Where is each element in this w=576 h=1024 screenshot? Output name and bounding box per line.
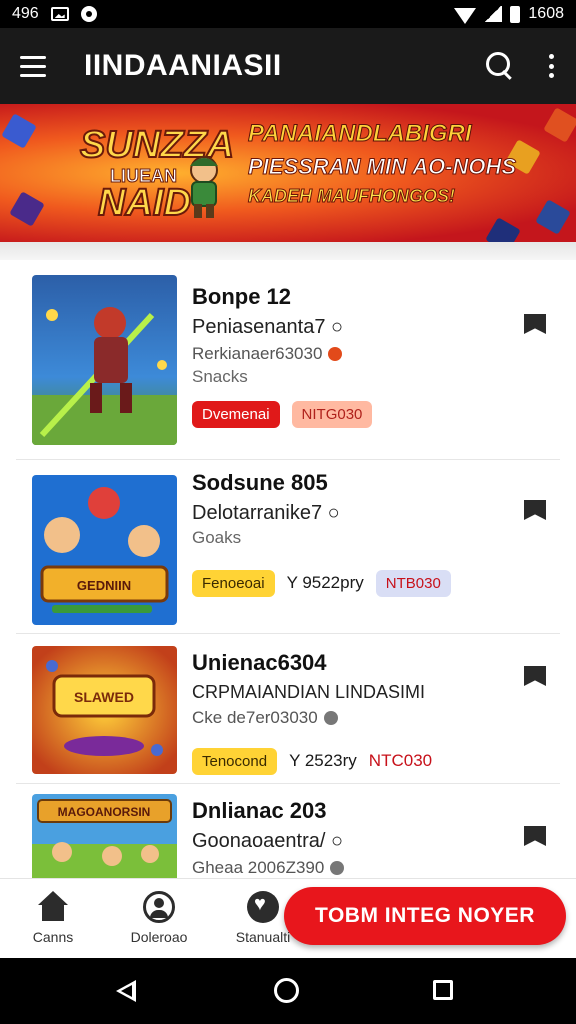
bookmark-icon[interactable] — [524, 314, 546, 334]
app-bar: IINDAANIASII — [0, 28, 576, 104]
info-icon: ○ — [331, 830, 344, 852]
promo-banner[interactable]: SUNZZA LIUEAN NAID PANAIANDLABIGRI PIESS… — [0, 104, 576, 242]
bookmark-icon[interactable] — [524, 666, 546, 686]
svg-text:SLAWED: SLAWED — [74, 689, 134, 705]
game-thumbnail: MAGOANORSIN — [32, 794, 177, 884]
bottom-navigation: Canns Doleroao Stanualti TOBM INTEG NOYE… — [0, 878, 576, 958]
home-circle-icon[interactable] — [274, 978, 299, 1003]
tag-badge: NTC030 — [368, 751, 433, 770]
game-title: Sodsune 805 — [192, 470, 328, 495]
price-label: Y 2523ry — [289, 751, 357, 770]
app-title: IINDAANIASII — [84, 49, 282, 82]
wifi-icon — [454, 8, 477, 24]
back-icon[interactable] — [116, 980, 136, 1002]
game-subtitle: CRPMAIANDIAN LINDASIMI — [192, 682, 426, 702]
heart-icon — [247, 891, 279, 923]
game-title: Unienac6304 — [192, 650, 327, 675]
logo-line-3: NAID — [97, 181, 192, 225]
game-card[interactable]: SLAWED Unienac6304 CRPMAIANDIAN LINDASIM… — [16, 634, 560, 784]
game-subtitle: Peniasenanta7 ○ — [192, 316, 344, 338]
status-bar: 496 1608 — [0, 0, 576, 28]
game-genre: Goaks — [192, 528, 242, 547]
banner-text: PANAIANDLABIGRI PIESSRAN MIN AO-NOHS KAD… — [248, 120, 518, 207]
game-title: Dnlianac 203 — [192, 798, 327, 823]
game-developer: Rerkianaer63030 — [192, 344, 492, 364]
game-list: Bonpe 12 Peniasenanta7 ○ Rerkianaer63030… — [0, 260, 576, 884]
info-icon: ○ — [327, 502, 340, 524]
game-developer: Cke de7er03030 — [192, 708, 492, 728]
info-icon: ○ — [331, 316, 344, 338]
status-left-text: 496 — [12, 5, 39, 22]
tag-badge: Fenoeoai — [192, 569, 275, 597]
game-card[interactable]: GEDNIIN Sodsune 805 Delotarranike7 ○ Goa… — [16, 460, 560, 634]
gem-decoration — [485, 217, 521, 242]
tag-badge: Dvemenai — [192, 401, 280, 428]
gem-decoration — [1, 113, 37, 149]
tag-badge: NTB030 — [375, 569, 451, 597]
home-icon — [37, 891, 69, 923]
game-developer: Gheaa 2006Z390 — [192, 858, 492, 878]
search-icon[interactable] — [484, 50, 516, 82]
badge-icon — [330, 861, 345, 875]
signal-icon — [484, 6, 503, 22]
game-title: Bonpe 12 — [192, 284, 292, 309]
fire-icon — [328, 347, 343, 361]
tag-badge: NITG030 — [291, 401, 373, 428]
svg-text:MAGOANORSIN: MAGOANORSIN — [58, 805, 151, 819]
banner-character-icon — [190, 156, 218, 218]
battery-icon — [510, 5, 521, 23]
nav-label: Canns — [32, 929, 74, 945]
system-navigation-bar — [0, 958, 576, 1024]
game-thumbnail: SLAWED — [32, 646, 177, 774]
price-label: Y 9522pry — [286, 573, 364, 592]
svg-text:GEDNIIN: GEDNIIN — [77, 578, 131, 593]
recent-apps-icon[interactable] — [433, 980, 453, 1000]
game-card[interactable]: Bonpe 12 Peniasenanta7 ○ Rerkianaer63030… — [16, 260, 560, 460]
cta-button[interactable]: TOBM INTEG NOYER — [284, 887, 566, 945]
gem-decoration — [535, 199, 571, 235]
bookmark-icon[interactable] — [524, 500, 546, 520]
menu-icon[interactable] — [20, 49, 54, 83]
tag-badge: Tenocond — [192, 747, 278, 775]
circle-notification-icon — [80, 6, 97, 22]
game-subtitle: Goonaoaentra/ ○ — [192, 830, 344, 852]
nav-label: Doleroao — [130, 929, 188, 945]
game-thumbnail: GEDNIIN — [32, 475, 177, 625]
gem-decoration — [9, 191, 45, 227]
nav-item-profile[interactable]: Doleroao — [114, 891, 204, 945]
gem-decoration — [543, 107, 576, 143]
game-subtitle: Delotarranike7 ○ — [192, 502, 340, 524]
image-icon — [50, 7, 69, 21]
profile-icon — [143, 891, 175, 923]
banner-line-2: PIESSRAN MIN AO-NOHS — [248, 154, 517, 180]
banner-line-3: KADEH MAUFHONGOS! — [248, 186, 456, 207]
game-thumbnail — [32, 275, 177, 445]
more-vert-icon[interactable] — [546, 51, 556, 81]
nav-item-home[interactable]: Canns — [8, 891, 98, 945]
game-card[interactable]: MAGOANORSIN Dnlianac 203 Goonaoaentra/ ○… — [16, 784, 560, 884]
banner-line-1: PANAIANDLABIGRI — [248, 120, 473, 148]
status-time: 1608 — [528, 5, 564, 22]
badge-icon — [323, 711, 338, 725]
bookmark-icon[interactable] — [524, 826, 546, 846]
game-genre: Snacks — [192, 367, 248, 386]
section-divider — [0, 242, 576, 260]
